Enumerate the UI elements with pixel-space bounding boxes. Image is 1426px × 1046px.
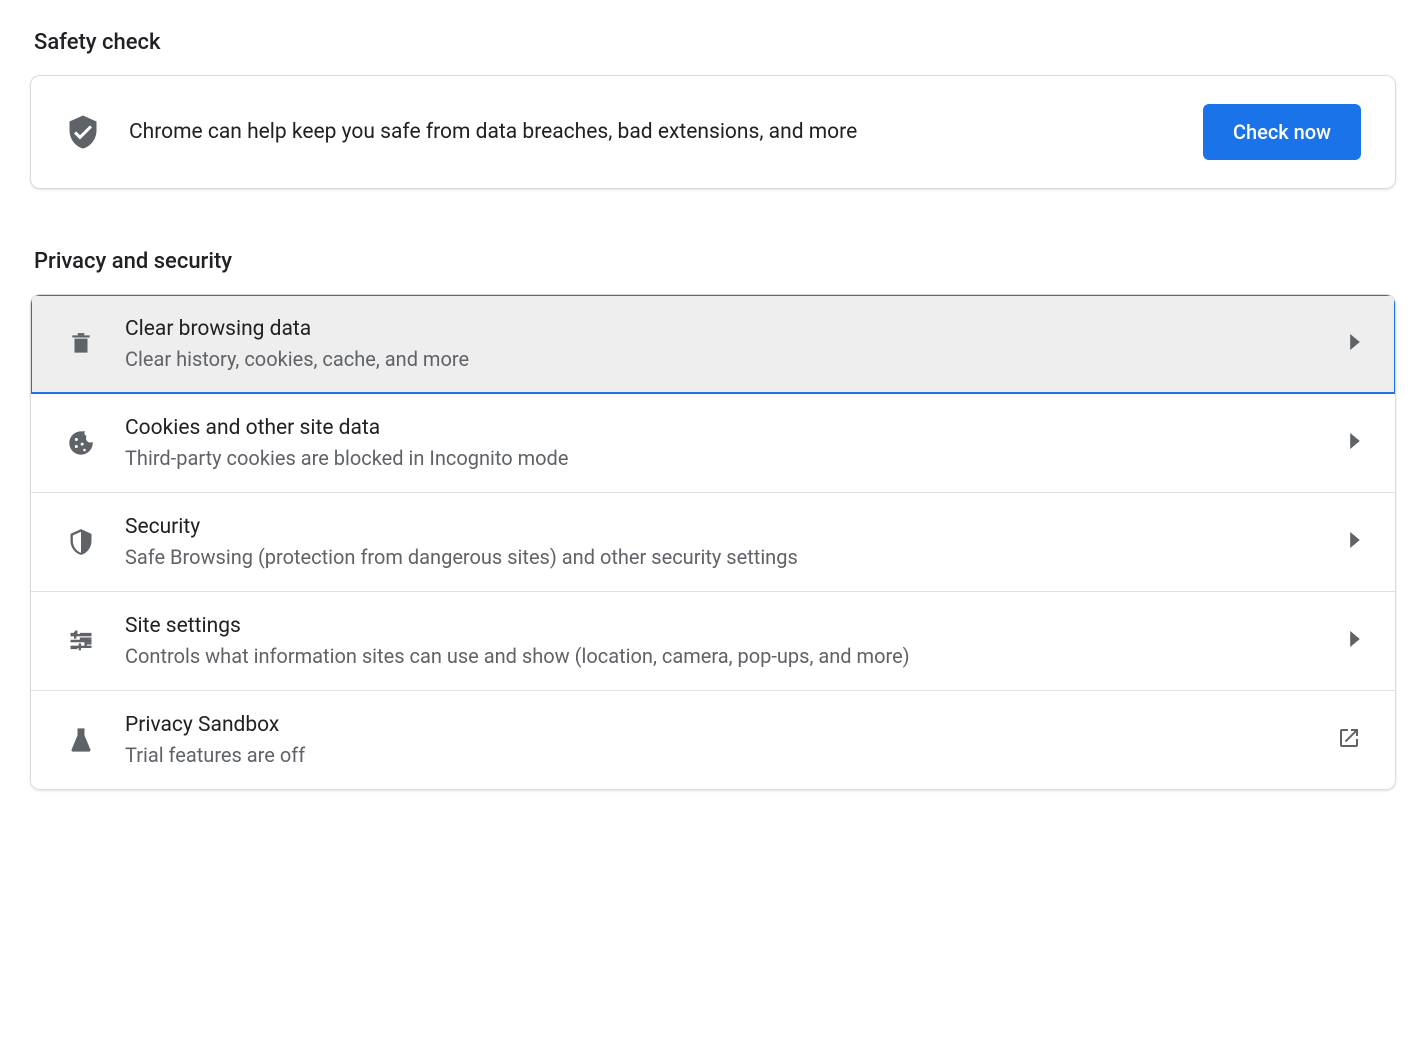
cookie-icon bbox=[65, 429, 97, 457]
chevron-right-icon bbox=[1349, 334, 1361, 354]
sliders-icon bbox=[65, 627, 97, 655]
site-settings-row[interactable]: Site settings Controls what information … bbox=[31, 591, 1395, 690]
shield-check-icon bbox=[65, 114, 101, 150]
check-now-button[interactable]: Check now bbox=[1203, 104, 1361, 160]
item-title: Site settings bbox=[125, 614, 1321, 638]
item-sub: Trial features are off bbox=[125, 743, 1309, 767]
privacy-security-card: Clear browsing data Clear history, cooki… bbox=[30, 294, 1396, 790]
chevron-right-icon bbox=[1349, 532, 1361, 552]
item-title: Security bbox=[125, 515, 1321, 539]
clear-browsing-data-row[interactable]: Clear browsing data Clear history, cooki… bbox=[31, 295, 1395, 393]
item-title: Clear browsing data bbox=[125, 317, 1321, 341]
item-title: Cookies and other site data bbox=[125, 416, 1321, 440]
safety-check-description: Chrome can help keep you safe from data … bbox=[129, 120, 1175, 144]
flask-icon bbox=[65, 726, 97, 754]
item-sub: Third-party cookies are blocked in Incog… bbox=[125, 446, 1321, 470]
privacy-sandbox-row[interactable]: Privacy Sandbox Trial features are off bbox=[31, 690, 1395, 789]
item-sub: Safe Browsing (protection from dangerous… bbox=[125, 545, 1321, 569]
security-row[interactable]: Security Safe Browsing (protection from … bbox=[31, 492, 1395, 591]
safety-check-card: Chrome can help keep you safe from data … bbox=[30, 75, 1396, 189]
item-title: Privacy Sandbox bbox=[125, 713, 1309, 737]
privacy-security-header: Privacy and security bbox=[30, 249, 1396, 274]
shield-icon bbox=[65, 528, 97, 556]
trash-icon bbox=[65, 331, 97, 357]
chevron-right-icon bbox=[1349, 631, 1361, 651]
chevron-right-icon bbox=[1349, 433, 1361, 453]
safety-check-header: Safety check bbox=[30, 30, 1396, 55]
item-sub: Controls what information sites can use … bbox=[125, 644, 1321, 668]
cookies-site-data-row[interactable]: Cookies and other site data Third-party … bbox=[31, 393, 1395, 492]
item-sub: Clear history, cookies, cache, and more bbox=[125, 347, 1321, 371]
external-link-icon bbox=[1337, 726, 1361, 754]
